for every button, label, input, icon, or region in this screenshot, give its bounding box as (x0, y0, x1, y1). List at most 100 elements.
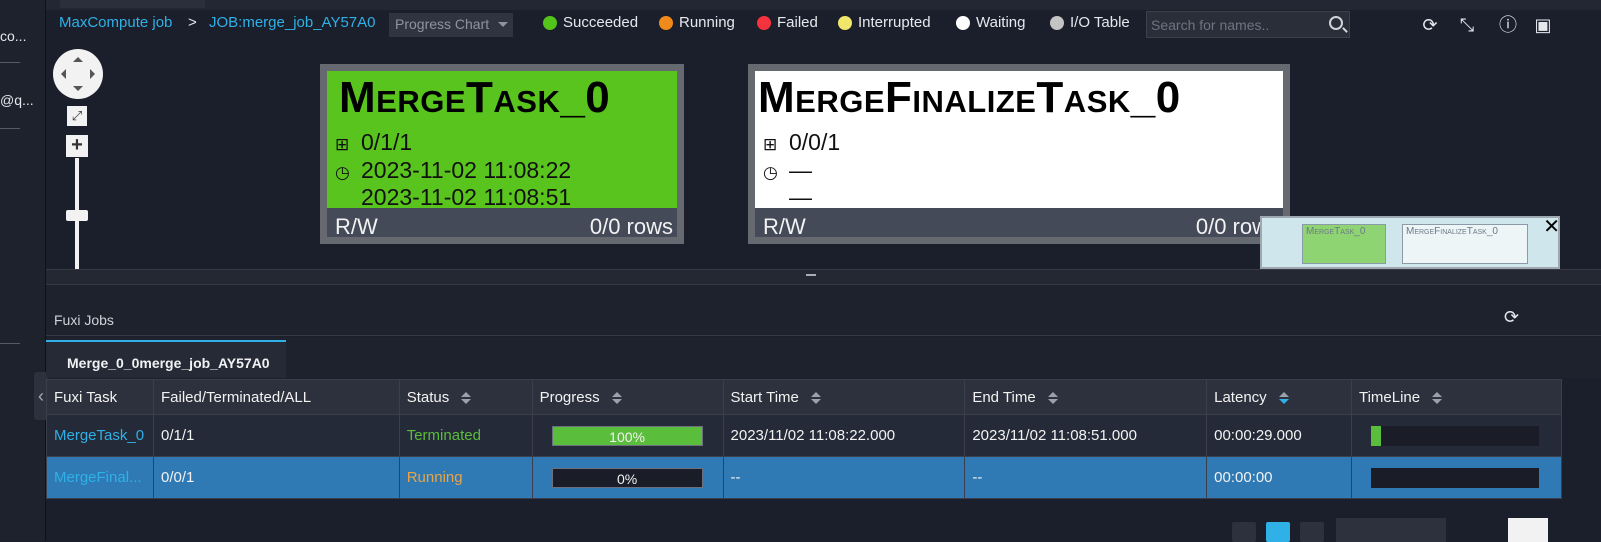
search-input[interactable]: Search for names.. (1146, 11, 1350, 38)
column-header[interactable]: Start Time (722, 379, 966, 415)
divider (0, 62, 20, 63)
status-dot-icon (956, 15, 970, 30)
fit-view-icon[interactable]: ⤢ (67, 106, 87, 126)
column-header[interactable]: Latency (1206, 379, 1352, 415)
column-header: Fuxi Task (46, 379, 154, 415)
jump-to-page-input[interactable] (1508, 518, 1548, 542)
fuxi-job-tabs: Merge_0_0merge_job_AY57A0 (46, 337, 1601, 378)
task-node-start: ◷ 2023-11-02 11:08:22 (335, 157, 571, 184)
task-node-body: MergeFinalizeTask_0 ⊞ 0/0/1 ◷ — — (755, 71, 1283, 210)
graph-minimap[interactable]: MergeTask_0 MergeFinalizeTask_0 ✕ (1260, 216, 1560, 269)
sort-icon[interactable] (461, 391, 472, 405)
page-size-select[interactable] (1336, 518, 1446, 542)
sort-icon[interactable] (1047, 391, 1058, 405)
column-header: Failed/Terminated/ALL (152, 379, 400, 415)
table-row[interactable]: MergeFinal... 0/0/1 Running 0% -- -- 00:… (46, 456, 1563, 499)
column-header[interactable]: Status (398, 379, 533, 415)
legend-io-table: I/O Table (1050, 14, 1130, 31)
status-dot-icon (757, 15, 771, 30)
fullscreen-icon[interactable]: ⤡ (1456, 14, 1478, 36)
window-icon[interactable]: ▣ (1532, 14, 1554, 36)
table-header-row: Fuxi Task Failed/Terminated/ALL Status P… (46, 379, 1563, 415)
table-cell: 0/1/1 (152, 414, 400, 457)
info-icon[interactable]: ⓘ (1497, 14, 1519, 36)
task-node-name: MergeTask_0 (339, 73, 611, 122)
legend-label: Interrupted (858, 14, 931, 31)
fuxi-task-table: Fuxi Task Failed/Terminated/ALL Status P… (46, 379, 1563, 499)
minimap-node-name: MergeFinalizeTask_0 (1406, 226, 1498, 237)
sort-icon[interactable] (810, 391, 821, 405)
fuxi-jobs-header: Fuxi Jobs ⟳ (46, 285, 1601, 336)
pagination (46, 500, 1601, 542)
progress-text: 100% (609, 428, 645, 445)
task-node-end: — (789, 184, 812, 210)
instances-icon: ⊞ (335, 135, 350, 154)
minimap-node-name: MergeTask_0 (1306, 226, 1366, 237)
legend-label: Succeeded (563, 14, 639, 31)
table-row[interactable]: MergeTask_0 0/1/1 Terminated 100% 2023/1… (46, 414, 1563, 457)
close-icon[interactable]: ✕ (1543, 214, 1560, 239)
table-cell: 00:00:29.000 (1206, 414, 1352, 457)
page-button-active[interactable] (1266, 522, 1290, 542)
pan-left-icon[interactable] (56, 69, 66, 79)
tab-fuxi-job[interactable]: Merge_0_0merge_job_AY57A0 (46, 340, 286, 378)
breadcrumb-job[interactable]: JOB:merge_job_AY57A0 (209, 14, 376, 31)
sort-icon[interactable] (1278, 391, 1289, 405)
status-dot-icon (1050, 15, 1064, 30)
search-icon[interactable] (1329, 16, 1343, 30)
sort-icon[interactable] (611, 391, 622, 405)
chevron-down-icon (498, 22, 508, 32)
timeline-bar (1370, 467, 1539, 488)
breadcrumb-separator: > (188, 14, 197, 31)
table-cell: 2023/11/02 11:08:51.000 (964, 414, 1208, 457)
column-header[interactable]: TimeLine (1350, 379, 1563, 415)
tab-job-details[interactable] (60, 0, 205, 8)
legend-running: Running (659, 14, 735, 31)
instances-value: 0/0/1 (789, 129, 841, 155)
legend-label: Failed (777, 14, 818, 31)
legend-label: Running (679, 14, 735, 31)
zoom-in-button[interactable]: + (66, 135, 88, 157)
panel-splitter[interactable] (46, 269, 1601, 285)
task-node-mergetask[interactable]: MergeTask_0 ⊞ 0/1/1 ◷ 2023-11-02 11:08:22 … (320, 64, 684, 244)
search-placeholder: Search for names.. (1151, 17, 1270, 33)
refresh-icon[interactable]: ⟳ (1504, 307, 1519, 328)
instances-icon: ⊞ (763, 135, 778, 154)
progress-bar: 0% (551, 467, 703, 488)
progress-bar: 100% (551, 425, 703, 446)
section-title: Fuxi Jobs (54, 312, 114, 328)
legend-interrupted: Interrupted (838, 14, 931, 31)
status-dot-icon (543, 15, 557, 30)
divider (0, 128, 20, 129)
table-cell: 2023/11/02 11:08:22.000 (722, 414, 966, 457)
task-link[interactable]: MergeFinal... (54, 469, 142, 486)
breadcrumb-maxcompute-job[interactable]: MaxCompute job (59, 14, 172, 31)
prev-page-button[interactable] (1232, 522, 1256, 542)
io-label: R/W (763, 214, 806, 239)
next-page-button[interactable] (1300, 522, 1324, 542)
column-header[interactable]: End Time (964, 379, 1208, 415)
pan-up-icon[interactable] (73, 52, 83, 62)
view-mode-value: Progress Chart (395, 16, 490, 32)
legend-succeeded: Succeeded (543, 14, 638, 31)
task-node-mergefinalizetask[interactable]: MergeFinalizeTask_0 ⊞ 0/0/1 ◷ — — R/W 0/0 … (748, 64, 1290, 244)
side-panel-text: co... (0, 28, 27, 44)
task-node-start: ◷ — (763, 157, 812, 184)
sort-icon[interactable] (1432, 391, 1443, 405)
task-link[interactable]: MergeTask_0 (54, 427, 144, 444)
timeline-bar (1370, 425, 1539, 446)
zoom-slider-thumb[interactable] (66, 210, 88, 221)
task-node-footer: R/W 0/0 rows (327, 208, 677, 244)
pan-down-icon[interactable] (73, 86, 83, 96)
view-mode-select[interactable]: Progress Chart (389, 13, 513, 37)
table-cell: -- (964, 456, 1208, 499)
status-text: Running (406, 469, 463, 486)
refresh-icon[interactable]: ⟳ (1419, 14, 1441, 36)
task-node-body: MergeTask_0 ⊞ 0/1/1 ◷ 2023-11-02 11:08:22 … (327, 71, 677, 210)
rows-label: 0/0 rows (589, 214, 673, 239)
side-panel-text: @q... (0, 92, 34, 108)
pan-right-icon[interactable] (90, 69, 100, 79)
column-header[interactable]: Progress (531, 379, 724, 415)
drag-handle-icon[interactable] (806, 274, 816, 276)
pan-control[interactable] (53, 49, 103, 99)
